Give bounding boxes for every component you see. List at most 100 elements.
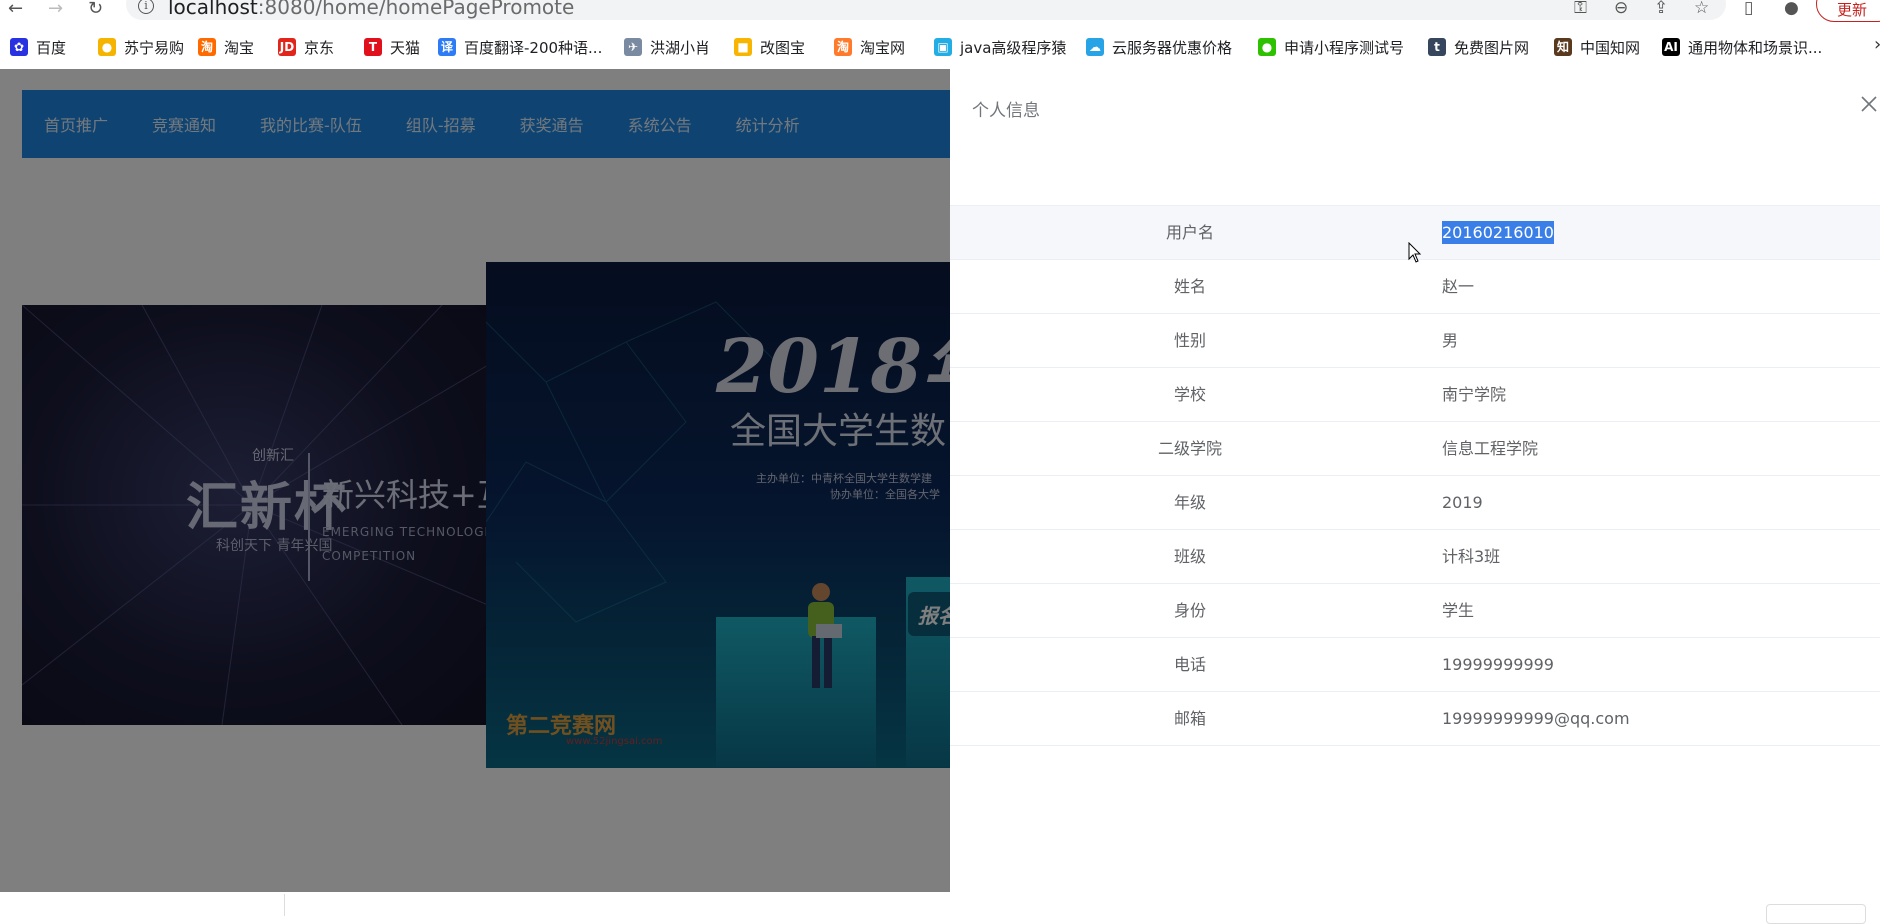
bookmark-item[interactable]: 译百度翻译-200种语... xyxy=(438,37,602,57)
bottom-button[interactable] xyxy=(1766,904,1866,924)
bottom-divider xyxy=(284,894,285,916)
taobao-icon: 淘 xyxy=(198,38,216,56)
forward-icon[interactable]: → xyxy=(48,0,63,18)
bookmark-item[interactable]: 淘淘宝网 xyxy=(834,37,905,57)
bottom-strip xyxy=(0,892,950,916)
back-icon[interactable]: ← xyxy=(8,0,23,18)
wechat-icon: ● xyxy=(1258,38,1276,56)
ai-icon: AI xyxy=(1662,38,1680,56)
tumblr-icon: t xyxy=(1428,38,1446,56)
field-label: 二级学院 xyxy=(1157,439,1222,458)
bookmark-label: 通用物体和场景识... xyxy=(1688,38,1823,57)
bookmark-label: java高级程序猿 xyxy=(960,38,1067,57)
mouse-cursor-icon xyxy=(1408,242,1422,263)
bookmark-label: 免费图片网 xyxy=(1454,38,1530,57)
bookmark-item[interactable]: ☁ 云服务器优惠价格 xyxy=(1086,37,1232,57)
bookmark-label: 中国知网 xyxy=(1580,38,1641,57)
bookmark-item[interactable]: ✈ 洪湖小肖 xyxy=(624,37,710,57)
personal-info-drawer: 个人信息 用户名 20160216010 姓名 赵一性别 男学校 南宁学院二级学院 信息工程… xyxy=(950,69,1880,916)
field-value: 南宁学院 xyxy=(1442,368,1506,422)
bookmark-item[interactable]: AI 通用物体和场景识... xyxy=(1662,37,1822,57)
suning-icon: ● xyxy=(98,38,116,56)
table-row: 电话 19999999999 xyxy=(950,638,1880,692)
bookmark-item[interactable]: 知中国知网 xyxy=(1554,37,1640,57)
bookmark-item[interactable]: ● 苏宁易购 xyxy=(98,37,184,57)
field-value: 赵一 xyxy=(1442,260,1474,314)
share-icon[interactable]: ⇪ xyxy=(1654,0,1668,18)
table-row: 身份 学生 xyxy=(950,584,1880,638)
field-value: 2019 xyxy=(1442,476,1483,530)
baidu-icon: ✿ xyxy=(10,38,28,56)
bookmark-label: 百度翻译-200种语... xyxy=(464,38,603,57)
bookmark-item[interactable]: ● 申请小程序测试号 xyxy=(1258,37,1404,57)
baidu-translate-icon: 译 xyxy=(438,38,456,56)
field-label: 班级 xyxy=(1173,547,1206,566)
bookmark-item[interactable]: 淘淘宝 xyxy=(198,37,254,57)
field-value-text: 20160216010 xyxy=(1442,221,1554,244)
field-value: 信息工程学院 xyxy=(1442,422,1538,476)
field-value: 19999999999@qq.com xyxy=(1442,692,1630,746)
bookmark-label: 云服务器优惠价格 xyxy=(1112,38,1233,57)
close-icon[interactable] xyxy=(1858,93,1880,115)
star-icon[interactable]: ☆ xyxy=(1694,0,1709,18)
field-value: 计科3班 xyxy=(1442,530,1500,584)
field-value-text: 学生 xyxy=(1442,601,1475,620)
field-label: 邮箱 xyxy=(1173,709,1206,728)
field-value: 20160216010 xyxy=(1442,206,1554,260)
browser-toolbar: ← → ↻ i localhost:8080/home/homePageProm… xyxy=(0,0,1880,26)
bookmark-item[interactable]: t 免费图片网 xyxy=(1428,37,1529,57)
bookmark-label: 京东 xyxy=(304,38,335,57)
drawer-mask[interactable] xyxy=(0,69,950,892)
field-label: 性别 xyxy=(1173,331,1206,350)
table-row: 二级学院 信息工程学院 xyxy=(950,422,1880,476)
personal-info-table: 用户名 20160216010 姓名 赵一性别 男学校 南宁学院二级学院 信息工程学院年级 2… xyxy=(950,205,1880,746)
field-label: 姓名 xyxy=(1173,277,1206,296)
taobao-net-icon: 淘 xyxy=(834,38,852,56)
table-row: 班级 计科3班 xyxy=(950,530,1880,584)
field-label: 年级 xyxy=(1173,493,1206,512)
bookmark-label: 洪湖小肖 xyxy=(650,38,711,57)
table-row: 邮箱 19999999999@qq.com xyxy=(950,692,1880,746)
cnki-icon: 知 xyxy=(1554,38,1572,56)
honghu-icon: ✈ xyxy=(624,38,642,56)
table-row: 学校 南宁学院 xyxy=(950,368,1880,422)
bookmark-item[interactable]: ▣ java高级程序猿 xyxy=(934,37,1066,57)
bookmark-item[interactable]: JD 京东 xyxy=(278,37,334,57)
zoom-out-icon[interactable]: ⊖ xyxy=(1614,0,1628,18)
bookmark-label: 天猫 xyxy=(390,38,421,57)
reload-icon[interactable]: ↻ xyxy=(88,0,103,18)
key-icon[interactable]: ⚿ xyxy=(1574,0,1587,18)
field-value-text: 南宁学院 xyxy=(1442,385,1507,404)
field-value-text: 19999999999@qq.com xyxy=(1442,709,1630,728)
field-label: 学校 xyxy=(1173,385,1206,404)
tmall-icon: T xyxy=(364,38,382,56)
table-row: 年级 2019 xyxy=(950,476,1880,530)
cloud-icon: ☁ xyxy=(1086,38,1104,56)
drawer-title: 个人信息 xyxy=(972,101,1040,121)
field-label: 用户名 xyxy=(1165,223,1214,242)
field-value-text: 2019 xyxy=(1442,493,1483,512)
field-label: 身份 xyxy=(1173,601,1206,620)
bookmarks-overflow-icon[interactable]: › xyxy=(1874,34,1880,55)
gaitubao-icon: ■ xyxy=(734,38,752,56)
field-value-text: 男 xyxy=(1442,331,1459,350)
field-value-text: 信息工程学院 xyxy=(1442,439,1539,458)
bookmark-item[interactable]: T 天猫 xyxy=(364,37,420,57)
bookmarks-bar: ✿ 百度 ● 苏宁易购淘淘宝 JD 京东 T 天猫译百度翻译-200种语... ✈ 洪湖小肖 ■ 改图… xyxy=(0,34,1880,60)
field-value: 19999999999 xyxy=(1442,638,1554,692)
bookmark-label: 淘宝 xyxy=(224,38,255,57)
table-row: 姓名 赵一 xyxy=(950,260,1880,314)
bookmark-item[interactable]: ✿ 百度 xyxy=(10,37,66,57)
url-text[interactable]: localhost:8080/home/homePagePromote xyxy=(168,0,574,19)
bookmark-label: 百度 xyxy=(36,38,67,57)
bilibili-icon: ▣ xyxy=(934,38,952,56)
field-value-text: 计科3班 xyxy=(1442,547,1501,566)
update-button[interactable]: 更新 xyxy=(1816,0,1880,22)
bookmark-label: 改图宝 xyxy=(760,38,806,57)
bookmark-item[interactable]: ■ 改图宝 xyxy=(734,37,805,57)
profile-icon[interactable]: ● xyxy=(1784,0,1799,18)
field-value: 男 xyxy=(1442,314,1458,368)
field-value-text: 19999999999 xyxy=(1442,655,1554,674)
side-panel-icon[interactable]: ▯ xyxy=(1744,0,1753,18)
jd-icon: JD xyxy=(278,38,296,56)
